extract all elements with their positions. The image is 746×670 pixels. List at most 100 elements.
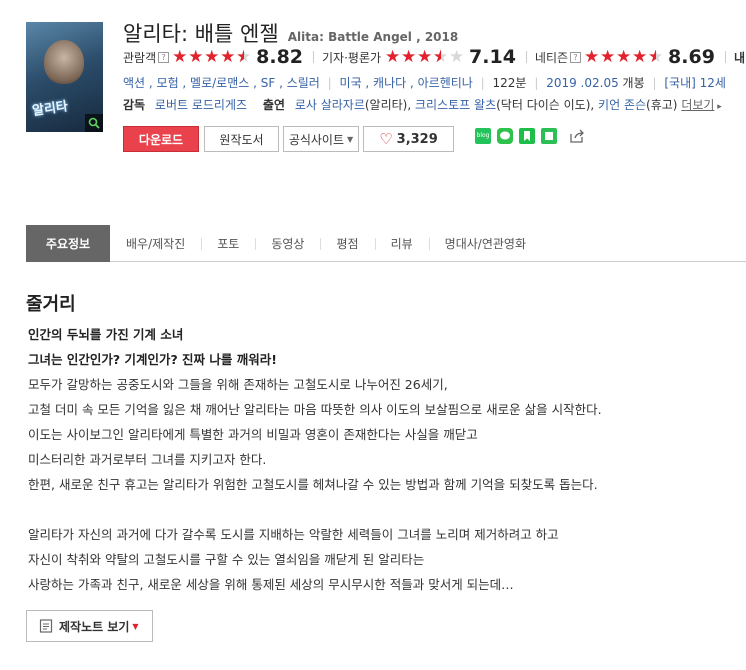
- star-icon: ★: [220, 46, 236, 67]
- poster-title: 알리타: [31, 99, 69, 120]
- tab-label: 포토: [217, 236, 240, 251]
- rating-label: 관람객: [123, 50, 157, 65]
- original-book-button[interactable]: 원작도서: [204, 126, 279, 152]
- synopsis-tagline: 인간의 두뇌를 가진 기계 소녀: [28, 327, 184, 342]
- synopsis-line: 고철 더미 속 모든 기억을 잃은 채 깨어난 알리타는 마음 따뜻한 의사 이…: [28, 402, 602, 417]
- tab-photo[interactable]: 포토: [201, 225, 255, 262]
- release-date[interactable]: 2019 .02.05: [546, 76, 619, 90]
- divider: [320, 237, 322, 250]
- help-icon[interactable]: ?: [158, 51, 170, 63]
- star-icon: ★: [417, 46, 433, 67]
- production-notes-button[interactable]: 제작노트 보기 ▼: [26, 610, 153, 642]
- synopsis-line: 알리타가 자신의 과거에 다가 갈수록 도시를 지배하는 악랄한 세력들이 그녀…: [28, 527, 559, 542]
- cast-role: (닥터 다이슨 이도),: [496, 98, 595, 112]
- divider: |: [480, 76, 485, 90]
- rating-mine[interactable]: 내 평: [734, 49, 746, 66]
- credits: 감독 로버트 로드리게즈 출연 로사 살라자르(알리타), 크리스토프 왈츠(닥…: [123, 96, 722, 113]
- star-icon: ★: [188, 46, 204, 67]
- poster-character: [44, 40, 84, 84]
- cast-link[interactable]: 키언 존슨: [598, 98, 646, 112]
- blog-share-icon[interactable]: blog: [475, 128, 491, 144]
- star-half-icon: ★: [648, 48, 664, 66]
- tab-label: 평점: [336, 236, 359, 251]
- divider: |: [534, 76, 539, 90]
- rating-score: 7.14: [469, 46, 516, 68]
- bookmark-share-icon[interactable]: [519, 128, 535, 144]
- country-links[interactable]: 미국 , 캐나다 , 아르헨티나: [340, 76, 473, 90]
- release-suffix: 개봉: [622, 76, 645, 90]
- divider: [374, 237, 376, 250]
- synopsis-line: [28, 497, 738, 522]
- rating-audience: 관람객 ? ★★★★★ 8.82: [123, 46, 313, 68]
- rating-netizen: 네티즌 ? ★★★★★ 8.69: [535, 46, 725, 68]
- synopsis-line: 사랑하는 가족과 친구, 새로운 세상을 위해 통제된 세상의 무시무시한 적들…: [28, 577, 514, 592]
- cast-role: (휴고): [646, 98, 678, 112]
- like-count: 3,329: [396, 131, 438, 147]
- rating-label: 네티즌: [534, 50, 569, 65]
- star-icon: ★: [584, 46, 600, 67]
- download-button[interactable]: 다운로드: [123, 126, 199, 152]
- star-icon: ★: [401, 46, 417, 67]
- production-notes-label: 제작노트 보기: [59, 619, 130, 634]
- twitter-share-icon[interactable]: [541, 128, 557, 144]
- divider: [525, 51, 527, 63]
- star-icon: ★: [172, 46, 188, 67]
- title-korean: 알리타: 배틀 엔젤: [123, 22, 279, 46]
- tab-review[interactable]: 리뷰: [374, 225, 429, 262]
- tab-cast-crew[interactable]: 배우/제작진: [110, 225, 201, 262]
- star-half-icon: ★: [433, 48, 449, 66]
- movie-title: 알리타: 배틀 엔젤 Alita: Battle Angel , 2018: [123, 18, 458, 48]
- heart-icon: ♡: [379, 130, 393, 148]
- cast-label: 출연: [262, 98, 285, 112]
- movie-poster[interactable]: 알리타: [26, 22, 103, 132]
- talk-share-icon[interactable]: [497, 128, 513, 144]
- director-label: 감독: [123, 98, 146, 112]
- star-rating: ★ ★ ★ ★ ★: [172, 46, 252, 67]
- tab-label: 동영상: [271, 236, 305, 251]
- tab-rating[interactable]: 평점: [320, 225, 374, 262]
- tab-label: 배우/제작진: [126, 236, 186, 251]
- star-icon: ★: [616, 46, 632, 67]
- genre-links[interactable]: 액션 , 모험 , 멜로/로맨스 , SF , 스릴러: [123, 76, 320, 90]
- more-link[interactable]: 더보기: [681, 98, 714, 112]
- divider: [201, 237, 203, 250]
- movie-meta: 액션 , 모험 , 멜로/로맨스 , SF , 스릴러 | 미국 , 캐나다 ,…: [123, 74, 726, 91]
- tab-video[interactable]: 동영상: [255, 225, 320, 262]
- share-icon[interactable]: [569, 128, 585, 144]
- divider: [255, 237, 257, 250]
- star-half-icon: ★: [236, 48, 252, 66]
- star-rating: ★ ★ ★ ★ ★: [584, 46, 664, 67]
- like-button[interactable]: ♡ 3,329: [363, 126, 454, 152]
- tab-quotes-related[interactable]: 명대사/연관영화: [428, 225, 542, 262]
- tab-bar: 주요정보 배우/제작진 포토 동영상 평점 리뷰 명대사/연관영화: [26, 224, 746, 262]
- divider: [428, 237, 430, 250]
- official-site-label: 공식사이트: [288, 132, 345, 147]
- star-icon: ★: [204, 46, 220, 67]
- caret-down-icon: ▼: [132, 621, 139, 631]
- chevron-right-icon: ▸: [714, 102, 722, 112]
- divider: [724, 51, 726, 63]
- rating-label[interactable]: 내 평: [734, 49, 746, 66]
- tab-label: 리뷰: [390, 236, 413, 251]
- rating-critics: 기자·평론가 ★★★★★ 7.14: [322, 46, 526, 68]
- cast-link[interactable]: 크리스토프 왈츠: [415, 98, 496, 112]
- caret-down-icon: ▼: [347, 134, 354, 144]
- rating-score: 8.82: [256, 46, 304, 68]
- runtime: 122분: [492, 76, 527, 90]
- official-site-button[interactable]: 공식사이트 ▼: [283, 126, 359, 152]
- cast-role: (알리타),: [364, 98, 412, 112]
- synopsis-heading: 줄거리: [26, 294, 76, 315]
- tab-main-info[interactable]: 주요정보: [26, 224, 110, 262]
- star-empty-icon: ★: [449, 46, 465, 67]
- zoom-icon[interactable]: [85, 114, 103, 132]
- title-english: Alita: Battle Angel , 2018: [287, 30, 459, 44]
- synopsis-body: 인간의 두뇌를 가진 기계 소녀 그녀는 인간인가? 기계인가? 진짜 나를 깨…: [28, 322, 738, 597]
- cast-link[interactable]: 로사 살라자르: [295, 98, 365, 112]
- rating-row: 관람객 ? ★★★★★ 8.82 기자·평론가 ★★★★★ 7.14 네티즌 ?…: [123, 46, 746, 68]
- director-link[interactable]: 로버트 로드리게즈: [155, 98, 247, 112]
- help-icon[interactable]: ?: [570, 51, 582, 63]
- star-rating: ★ ★ ★ ★ ★: [385, 46, 465, 67]
- age-grade[interactable]: [국내] 12세: [664, 76, 726, 90]
- synopsis-line: 이도는 사이보그인 알리타에게 특별한 과거의 비밀과 영혼이 존재한다는 사실…: [28, 427, 478, 442]
- tab-label: 명대사/연관영화: [444, 236, 526, 251]
